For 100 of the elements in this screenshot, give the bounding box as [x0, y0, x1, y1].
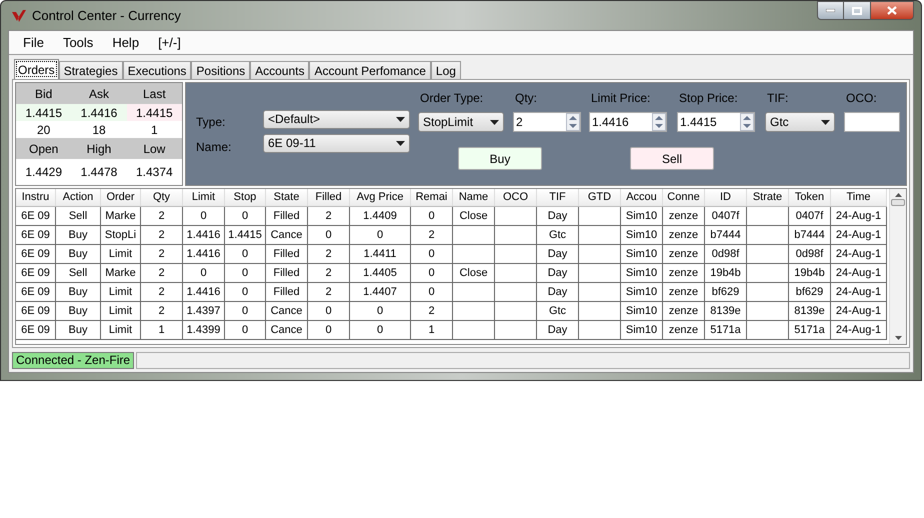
- tab[interactable]: Account Perfomance: [309, 61, 431, 79]
- menu-item[interactable]: Help: [104, 30, 148, 54]
- column-header[interactable]: Remai: [411, 189, 453, 206]
- column-header[interactable]: Time: [831, 189, 887, 206]
- table-cell: 6E 09: [16, 226, 56, 244]
- order-field-label: OCO:: [845, 90, 878, 107]
- table-cell: bf629: [789, 283, 831, 301]
- quote-price: 1.4416: [71, 104, 127, 121]
- column-header[interactable]: Instru: [16, 189, 56, 206]
- type-dropdown[interactable]: <Default>: [263, 110, 410, 128]
- table-cell: 0: [350, 321, 411, 339]
- table-cell: 6E 09: [16, 321, 56, 339]
- table-cell: zenze: [663, 207, 705, 225]
- quote-header: Ask: [71, 83, 127, 104]
- table-cell: 2: [308, 245, 350, 263]
- table-cell: 2: [411, 226, 453, 244]
- table-cell: 6E 09: [16, 264, 56, 282]
- table-cell: 2: [141, 283, 183, 301]
- table-cell: 1.4411: [350, 245, 411, 263]
- table-cell: 1: [141, 321, 183, 339]
- table-cell: 24-Aug-1: [831, 302, 887, 320]
- table-cell: 1.4416: [183, 245, 225, 263]
- tab[interactable]: Executions: [122, 61, 192, 79]
- column-header[interactable]: Accou: [621, 189, 663, 206]
- table-cell: 0407f: [789, 207, 831, 225]
- tab[interactable]: Strategies: [58, 61, 123, 79]
- column-header[interactable]: TIF: [537, 189, 579, 206]
- quote-header: High: [71, 138, 127, 159]
- dropdown-arrow-icon: [490, 120, 499, 124]
- table-cell: 0: [411, 264, 453, 282]
- scroll-down-icon[interactable]: [894, 336, 902, 340]
- column-header[interactable]: ID: [705, 189, 747, 206]
- spin-arrows-icon[interactable]: [740, 113, 754, 131]
- quote-size: 1: [126, 121, 182, 138]
- column-header[interactable]: Limit: [183, 189, 225, 206]
- scroll-thumb[interactable]: [891, 199, 905, 206]
- order-field-dropdown[interactable]: Gtc: [765, 112, 835, 132]
- table-cell: zenze: [663, 226, 705, 244]
- table-cell: 0: [225, 302, 266, 320]
- table-cell: Marke: [101, 207, 141, 225]
- table-cell: zenze: [663, 245, 705, 263]
- table-cell: Sell: [56, 207, 101, 225]
- table-cell: Gtc: [537, 226, 579, 244]
- column-header[interactable]: Action: [56, 189, 101, 206]
- table-cell: Filled: [266, 264, 308, 282]
- table-cell: Sell: [56, 264, 101, 282]
- name-dropdown[interactable]: 6E 09-11: [263, 134, 410, 152]
- tab[interactable]: Positions: [191, 61, 250, 79]
- column-header[interactable]: GTD: [579, 189, 621, 206]
- table-cell: 0: [308, 226, 350, 244]
- scroll-up-icon[interactable]: [894, 193, 902, 197]
- table-cell: 0d98f: [789, 245, 831, 263]
- table-cell: 0407f: [705, 207, 747, 225]
- type-label: Type:: [196, 114, 226, 131]
- table-cell: Close: [453, 264, 495, 282]
- column-header[interactable]: Stop: [225, 189, 266, 206]
- order-field-label: TIF:: [766, 90, 790, 107]
- menu-item[interactable]: [+/-]: [150, 30, 189, 54]
- column-header[interactable]: Token: [789, 189, 831, 206]
- column-header[interactable]: Name: [453, 189, 495, 206]
- column-header[interactable]: Filled: [308, 189, 350, 206]
- column-header[interactable]: Avg Price: [350, 189, 411, 206]
- menu-item[interactable]: Tools: [54, 30, 102, 54]
- table-cell: 0: [183, 207, 225, 225]
- column-header[interactable]: Conne: [663, 189, 705, 206]
- table-cell: 0: [225, 264, 266, 282]
- table-cell: 5171a: [789, 321, 831, 339]
- minimize-button[interactable]: [817, 1, 844, 20]
- oco-field[interactable]: [844, 112, 900, 132]
- table-cell: 0: [411, 283, 453, 301]
- table-cell: 1: [411, 321, 453, 339]
- minimize-icon: [826, 9, 835, 12]
- order-field-spinner[interactable]: 2: [513, 112, 581, 132]
- table-cell: Limit: [101, 245, 141, 263]
- table-cell: 2: [141, 245, 183, 263]
- column-header[interactable]: Qty: [141, 189, 183, 206]
- column-header[interactable]: Order: [101, 189, 141, 206]
- order-field-label: Qty:: [514, 90, 538, 107]
- table-cell: 24-Aug-1: [831, 264, 887, 282]
- tab[interactable]: Accounts: [250, 61, 310, 79]
- close-button[interactable]: [870, 1, 914, 20]
- order-field-spinner[interactable]: 1.4416: [589, 112, 667, 132]
- order-field-dropdown[interactable]: StopLimit: [418, 112, 504, 132]
- scrollbar[interactable]: [889, 189, 906, 344]
- order-field-spinner[interactable]: 1.4415: [677, 112, 755, 132]
- column-header[interactable]: State: [266, 189, 308, 206]
- menu-item[interactable]: File: [15, 30, 52, 54]
- maximize-button[interactable]: [844, 1, 870, 20]
- table-cell: 5171a: [705, 321, 747, 339]
- quote-header: Open: [16, 138, 72, 159]
- column-header[interactable]: OCO: [495, 189, 537, 206]
- order-button[interactable]: Sell: [630, 147, 714, 170]
- table-cell: 0: [225, 283, 266, 301]
- order-button[interactable]: Buy: [458, 147, 542, 170]
- tab[interactable]: Orders: [14, 59, 59, 79]
- table-cell: 2: [308, 264, 350, 282]
- tab[interactable]: Log: [430, 61, 461, 79]
- spin-arrows-icon[interactable]: [566, 113, 580, 131]
- column-header[interactable]: Strate: [747, 189, 789, 206]
- spin-arrows-icon[interactable]: [652, 113, 666, 131]
